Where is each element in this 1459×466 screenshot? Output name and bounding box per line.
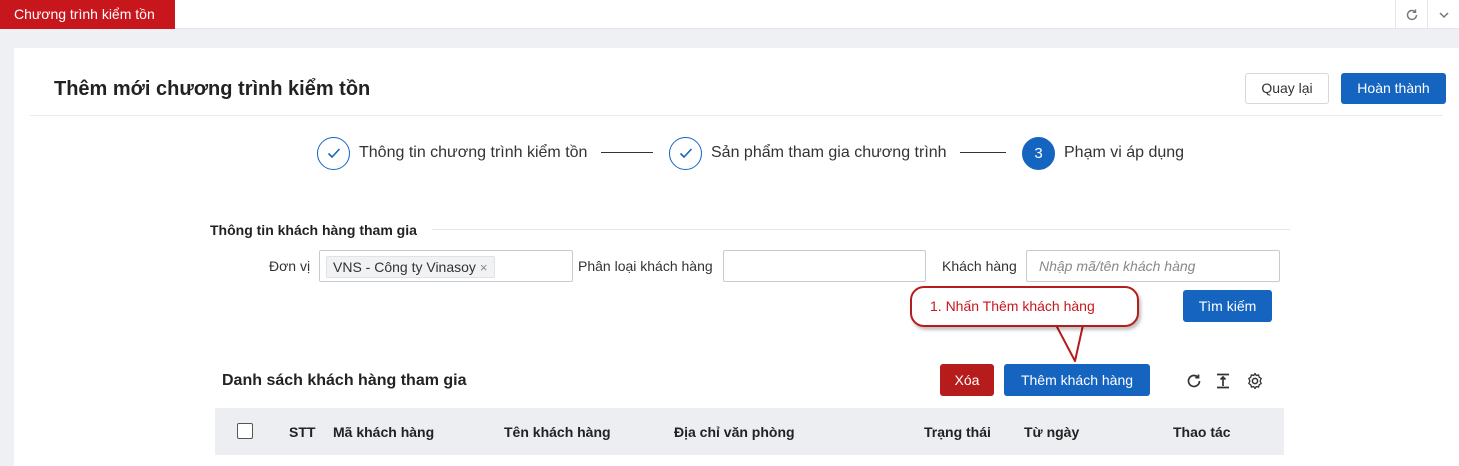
step-1-label: Thông tin chương trình kiểm tồn [359, 144, 588, 161]
step-3-label: Phạm vi áp dụng [1064, 144, 1185, 161]
chevron-down-icon[interactable] [1427, 0, 1459, 29]
step-connector-2 [960, 152, 1006, 153]
add-customer-button[interactable]: Thêm khách hàng [1004, 364, 1150, 396]
column-header[interactable]: Địa chỉ văn phòng [674, 424, 795, 440]
column-header[interactable]: Thao tác [1173, 424, 1231, 440]
column-header[interactable]: Từ ngày [1024, 424, 1079, 440]
app-tab[interactable]: Chương trình kiểm tồn [0, 0, 175, 29]
customer-placeholder: Nhập mã/tên khách hàng [1039, 258, 1196, 274]
complete-button[interactable]: Hoàn thành [1341, 73, 1446, 104]
customer-label: Khách hàng [942, 258, 1017, 274]
step-2[interactable]: Sản phẩm tham gia chương trình [669, 136, 947, 170]
step-3-number: 3 [1022, 136, 1055, 170]
select-all-checkbox[interactable] [237, 423, 253, 439]
header-divider [30, 115, 1443, 116]
step-2-label: Sản phẩm tham gia chương trình [711, 144, 947, 161]
close-icon[interactable]: × [480, 260, 488, 275]
callout-pointer [1055, 324, 1084, 362]
column-header[interactable]: Tên khách hàng [504, 424, 611, 440]
export-icon[interactable] [1212, 370, 1234, 392]
customer-type-label: Phân loại khách hàng [578, 258, 713, 274]
unit-label: Đơn vị [269, 258, 311, 274]
unit-chip-label: VNS - Công ty Vinasoy [333, 259, 476, 275]
check-icon [669, 136, 702, 170]
step-1[interactable]: Thông tin chương trình kiểm tồn [317, 136, 587, 170]
section-title: Thông tin khách hàng tham gia [210, 222, 417, 238]
back-button[interactable]: Quay lại [1245, 73, 1329, 104]
customer-search-input[interactable]: Nhập mã/tên khách hàng [1026, 250, 1280, 282]
refresh-icon[interactable] [1395, 0, 1427, 29]
customer-type-input[interactable] [723, 250, 926, 282]
page-title: Thêm mới chương trình kiểm tồn [54, 78, 371, 100]
topbar-icons [1395, 0, 1459, 29]
main-card: Thêm mới chương trình kiểm tồn Quay lại … [14, 48, 1459, 466]
step-3[interactable]: 3 Phạm vi áp dụng [1022, 136, 1184, 170]
list-title: Danh sách khách hàng tham gia [222, 372, 467, 389]
refresh-icon[interactable] [1183, 370, 1205, 392]
top-tab-bar: Chương trình kiểm tồn [0, 0, 1459, 29]
callout-annotation: 1. Nhấn Thêm khách hàng [910, 286, 1139, 327]
step-connector-1 [601, 152, 653, 153]
unit-chip: VNS - Công ty Vinasoy × [326, 256, 495, 278]
column-header[interactable]: Mã khách hàng [333, 424, 434, 440]
column-header[interactable]: STT [289, 424, 315, 440]
delete-button[interactable]: Xóa [940, 364, 994, 396]
unit-select[interactable]: VNS - Công ty Vinasoy × [319, 250, 573, 282]
check-icon [317, 136, 350, 170]
search-button[interactable]: Tìm kiếm [1183, 290, 1272, 322]
table-header: STT Mã khách hàng Tên khách hàng Địa chỉ… [215, 408, 1284, 455]
column-header[interactable]: Trạng thái [924, 424, 991, 440]
settings-icon[interactable] [1244, 370, 1266, 392]
